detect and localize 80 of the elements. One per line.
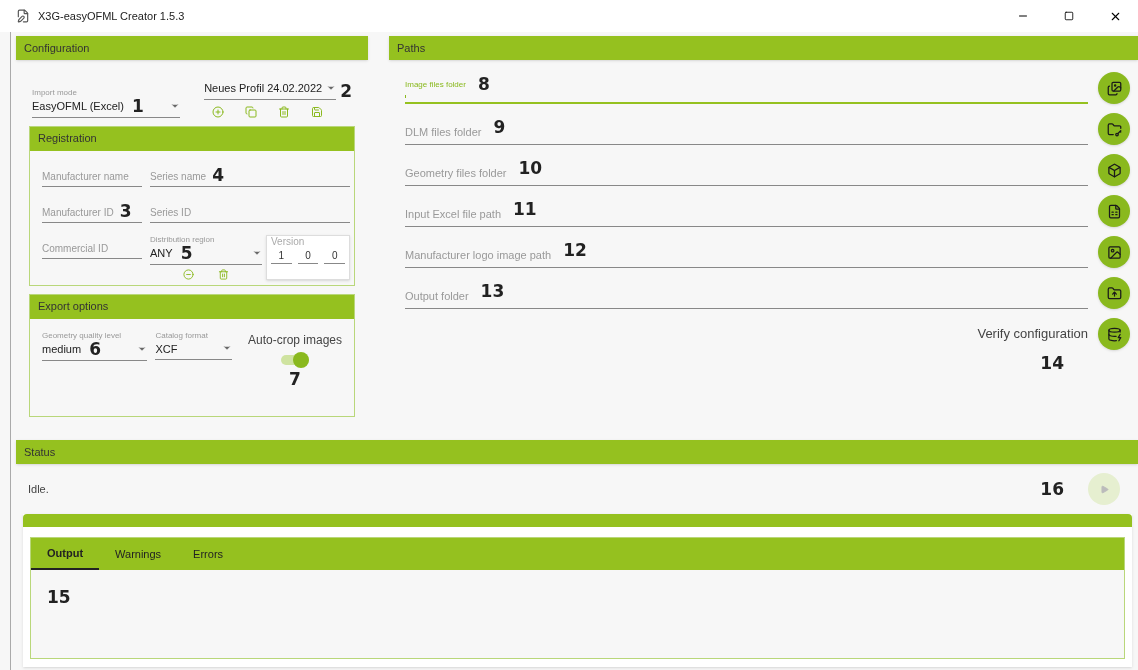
callout-number: 12 [563, 242, 587, 259]
image-icon [1106, 244, 1122, 260]
verify-label: Verify configuration [977, 325, 1088, 344]
field-value: Neues Profil 24.02.2022 [204, 81, 323, 96]
field-label: Version [271, 235, 306, 248]
version-input[interactable]: 0 [297, 248, 319, 264]
callout-number: 14 [1040, 355, 1064, 372]
callout-number: 16 [1040, 480, 1064, 498]
folder-upload-icon [1106, 285, 1122, 301]
save-icon[interactable] [311, 105, 324, 118]
field-label: Import mode [32, 87, 78, 98]
section-header: Status [16, 440, 1138, 464]
path-field[interactable]: Input Excel file path 11 [405, 195, 1088, 227]
copy-icon[interactable] [245, 105, 258, 118]
path-field[interactable]: Geometry files folder 10 [405, 154, 1088, 186]
delete-icon[interactable] [278, 105, 291, 118]
folder-key-icon [1106, 121, 1122, 137]
tab[interactable]: Errors [177, 538, 240, 570]
input-field[interactable]: Manufacturer ID 3 [42, 198, 142, 223]
caret-icon [221, 343, 232, 353]
path-field[interactable]: Manufacturer logo image path 12 [405, 236, 1088, 268]
section-header: Registration [30, 126, 354, 151]
status-text: Idle. [28, 481, 49, 497]
section-header: Paths [389, 36, 1138, 60]
switch-label: Auto-crop images [247, 331, 342, 349]
cube-icon [1106, 162, 1122, 178]
dropdown[interactable]: Geometry quality level medium 6 [42, 330, 148, 361]
callout-number: 15 [47, 587, 71, 607]
callout-number: 6 [89, 340, 101, 358]
path-field[interactable]: Image files folder 8 [405, 72, 1088, 104]
field-label: Image files folder [405, 78, 466, 91]
version-input[interactable]: 1 [271, 248, 292, 264]
remove-icon[interactable] [183, 268, 194, 280]
callout-number: 10 [518, 160, 543, 177]
field-value: XCF [155, 341, 178, 357]
add-icon[interactable] [212, 105, 225, 118]
maximize-icon [1064, 11, 1074, 21]
section-header: Configuration [16, 36, 368, 60]
browse-button[interactable] [1098, 277, 1130, 309]
browse-button[interactable] [1098, 236, 1130, 268]
path-field[interactable]: Output folder 13 [405, 277, 1088, 309]
path-field[interactable]: DLM files folder 9 [405, 113, 1088, 145]
verify-button[interactable] [1098, 318, 1130, 350]
window-title: X3G-easyOFML Creator 1.5.3 [38, 8, 185, 24]
field-label: Distribution region [150, 234, 216, 245]
input-field[interactable]: Series name 4 [150, 162, 350, 187]
spreadsheet-file-icon [1106, 203, 1122, 219]
browse-button[interactable] [1098, 154, 1130, 186]
section-header: Export options [30, 294, 354, 319]
database-icon [1106, 326, 1122, 342]
dropdown[interactable]: Import mode EasyOFML (Excel) 1 [32, 80, 181, 118]
images-icon [1106, 80, 1122, 96]
field-value: EasyOFML (Excel) [32, 98, 124, 114]
delete-icon[interactable] [218, 268, 229, 280]
browse-button[interactable] [1098, 72, 1130, 104]
dropdown[interactable]: Distribution region ANY 5 [150, 234, 262, 265]
tab[interactable]: Warnings [99, 538, 178, 570]
browse-button[interactable] [1098, 195, 1130, 227]
callout-number: 4 [212, 166, 224, 184]
tab[interactable]: Output [31, 538, 100, 570]
play-icon [1099, 484, 1109, 494]
dropdown[interactable]: Catalog format XCF [155, 330, 232, 360]
field-label: Catalog format [155, 330, 209, 341]
app-icon [16, 9, 30, 23]
callout-number: 8 [477, 76, 490, 93]
callout-number: 1 [131, 97, 144, 115]
field-value: ANY [150, 245, 173, 261]
field-value: medium [42, 341, 82, 357]
callout-number: 5 [180, 244, 193, 262]
callout-number: 9 [493, 119, 506, 136]
callout-number: 7 [289, 370, 301, 388]
field-label: Geometry quality level [42, 330, 123, 341]
callout-number: 13 [480, 283, 505, 300]
dropdown[interactable]: Neues Profil 24.02.2022 [204, 80, 337, 100]
version-input[interactable]: 0 [324, 248, 345, 264]
browse-button[interactable] [1098, 113, 1130, 145]
callout-number: 11 [513, 201, 537, 218]
callout-number: 2 [340, 82, 352, 100]
callout-number: 3 [119, 202, 132, 220]
toggle-switch[interactable] [280, 352, 309, 367]
